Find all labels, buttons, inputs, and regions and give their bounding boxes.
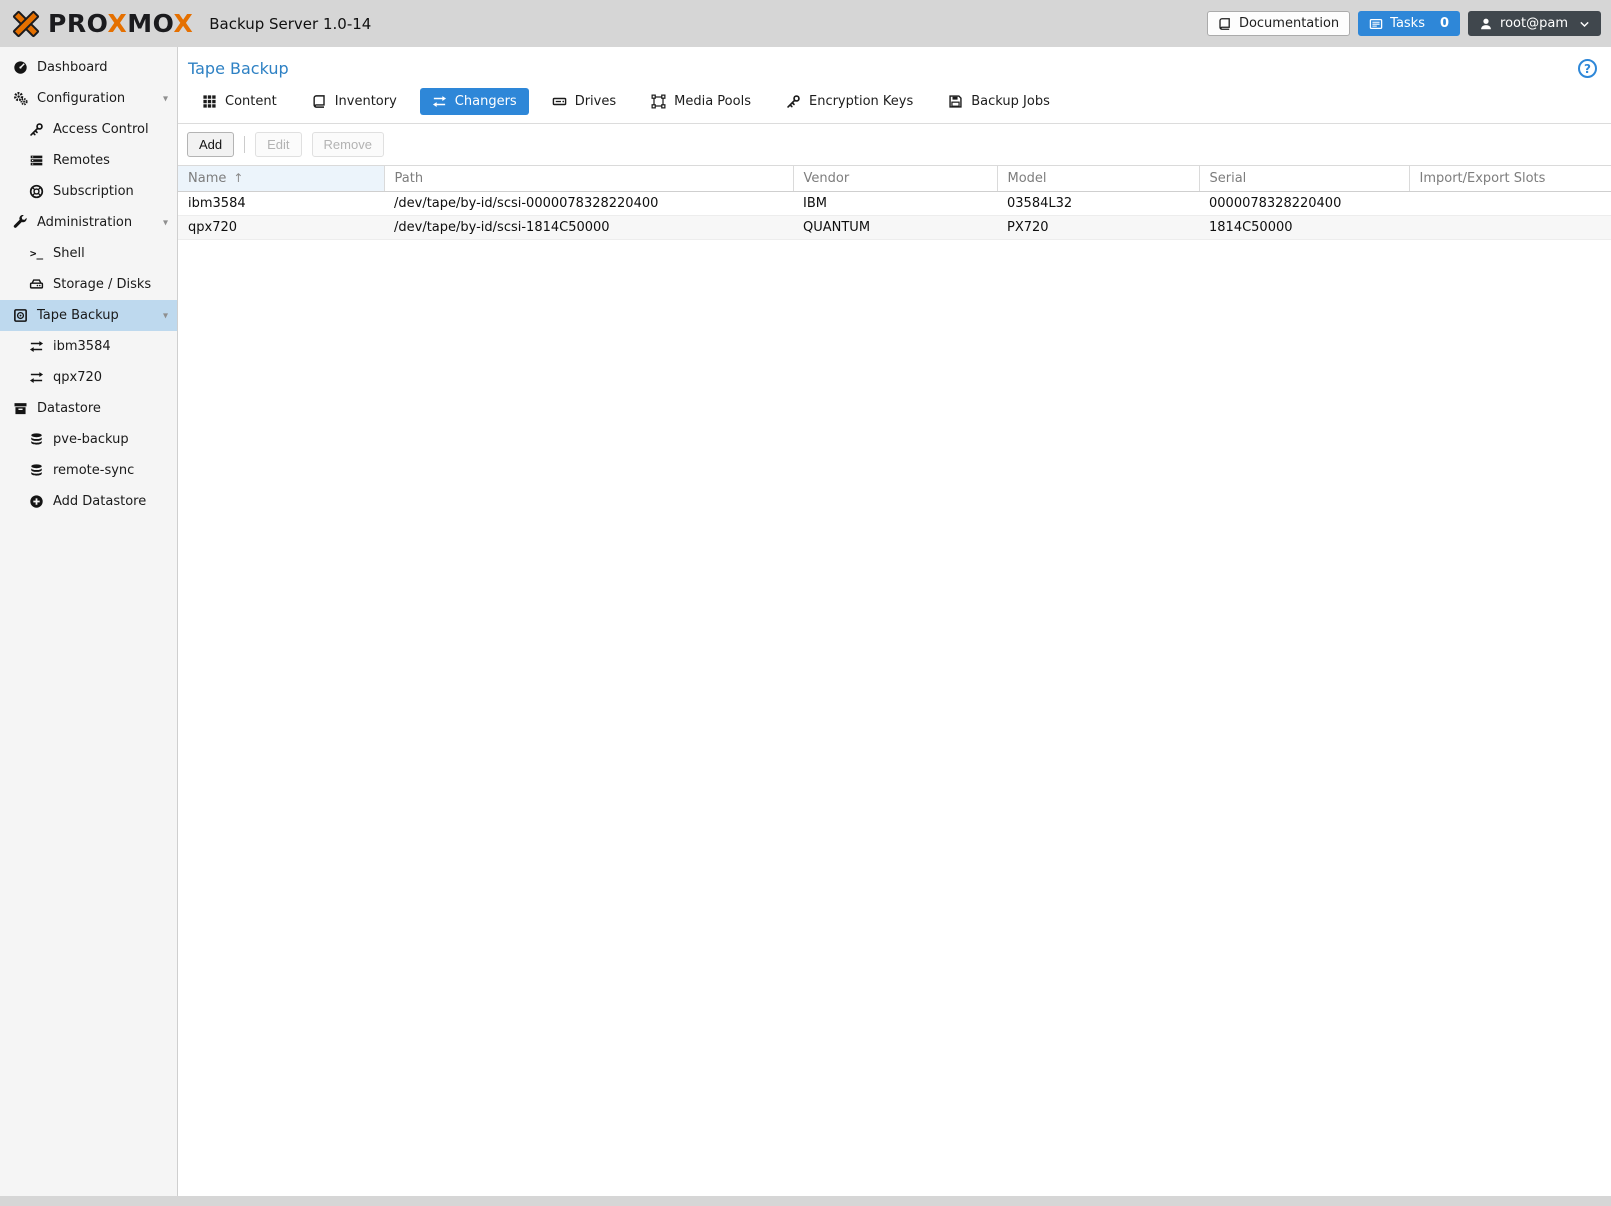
- sidebar-item-storage-disks[interactable]: Storage / Disks: [0, 269, 177, 300]
- tape-icon: [12, 308, 29, 324]
- tab-inventory[interactable]: Inventory: [300, 88, 409, 115]
- column-header-path[interactable]: Path: [384, 166, 793, 192]
- cell-vendor: IBM: [793, 192, 997, 216]
- sidebar-item-remote-sync[interactable]: remote-sync: [0, 455, 177, 486]
- column-header-name[interactable]: Name↑: [178, 166, 384, 192]
- cell-serial: 1814C50000: [1199, 216, 1409, 240]
- add-button[interactable]: Add: [187, 132, 234, 157]
- tachometer-icon: [12, 60, 29, 76]
- sidebar-item-access-control[interactable]: Access Control: [0, 114, 177, 145]
- tab-drives[interactable]: Drives: [540, 88, 628, 115]
- sidebar-item-pve-backup[interactable]: pve-backup: [0, 424, 177, 455]
- content-panel: Tape Backup ? Content Inventory Changers…: [178, 47, 1611, 1196]
- sidebar-nav: Dashboard Configuration ▾ Access Control…: [0, 47, 178, 1196]
- exchange-icon: [28, 339, 45, 355]
- grid-toolbar: Add Edit Remove: [178, 124, 1611, 165]
- cell-model: 03584L32: [997, 192, 1199, 216]
- cell-vendor: QUANTUM: [793, 216, 997, 240]
- cell-name: qpx720: [178, 216, 384, 240]
- grid-icon: [202, 94, 217, 109]
- top-bar: PROXMOX Backup Server 1.0-14 Documentati…: [0, 0, 1611, 47]
- table-header-row: Name↑ Path Vendor Model Serial Import/Ex…: [178, 166, 1611, 192]
- sidebar-item-tape-backup[interactable]: Tape Backup ▾: [0, 300, 177, 331]
- plus-circle-icon: [28, 494, 45, 510]
- sidebar-item-ibm3584[interactable]: ibm3584: [0, 331, 177, 362]
- sidebar-item-configuration[interactable]: Configuration ▾: [0, 83, 177, 114]
- tab-media-pools[interactable]: Media Pools: [639, 88, 763, 115]
- remove-button[interactable]: Remove: [312, 132, 384, 157]
- sidebar-item-datastore[interactable]: Datastore: [0, 393, 177, 424]
- collapse-arrow-icon[interactable]: ▾: [163, 217, 168, 228]
- column-header-import-export-slots[interactable]: Import/Export Slots: [1409, 166, 1611, 192]
- column-header-vendor[interactable]: Vendor: [793, 166, 997, 192]
- tab-bar: Content Inventory Changers Drives Media …: [178, 82, 1611, 124]
- toolbar-separator: [244, 136, 245, 153]
- tab-encryption-keys[interactable]: Encryption Keys: [774, 88, 925, 115]
- changers-table: Name↑ Path Vendor Model Serial Import/Ex…: [178, 165, 1611, 240]
- sort-asc-icon: ↑: [233, 171, 243, 185]
- tab-changers[interactable]: Changers: [420, 88, 529, 115]
- cell-import-export-slots: [1409, 192, 1611, 216]
- cell-name: ibm3584: [178, 192, 384, 216]
- terminal-icon: >_: [28, 246, 45, 262]
- exchange-icon: [28, 370, 45, 386]
- proxmox-logo: PROXMOX: [10, 9, 193, 39]
- cell-model: PX720: [997, 216, 1199, 240]
- task-list-icon: [1369, 17, 1383, 31]
- cell-path: /dev/tape/by-id/scsi-0000078328220400: [384, 192, 793, 216]
- tab-backup-jobs[interactable]: Backup Jobs: [936, 88, 1062, 115]
- sidebar-item-qpx720[interactable]: qpx720: [0, 362, 177, 393]
- tab-content[interactable]: Content: [190, 88, 289, 115]
- exchange-icon: [432, 94, 447, 109]
- chevron-down-icon: [1579, 19, 1590, 29]
- user-menu-button[interactable]: root@pam: [1468, 11, 1601, 36]
- key-icon: [28, 122, 45, 138]
- save-icon: [948, 94, 963, 109]
- sidebar-item-subscription[interactable]: Subscription: [0, 176, 177, 207]
- page-title: Tape Backup: [188, 59, 289, 78]
- logo-text: PROXMOX: [48, 11, 193, 36]
- cell-serial: 0000078328220400: [1199, 192, 1409, 216]
- sidebar-item-dashboard[interactable]: Dashboard: [0, 52, 177, 83]
- server-list-icon: [28, 153, 45, 169]
- edit-button[interactable]: Edit: [255, 132, 301, 157]
- collapse-arrow-icon[interactable]: ▾: [163, 93, 168, 104]
- cell-import-export-slots: [1409, 216, 1611, 240]
- question-circle-icon[interactable]: ?: [1578, 59, 1597, 78]
- wrench-icon: [12, 215, 29, 231]
- object-group-icon: [651, 94, 666, 109]
- collapse-arrow-icon[interactable]: ▾: [163, 310, 168, 321]
- product-version-label: Backup Server 1.0-14: [209, 15, 371, 33]
- book-icon: [1218, 17, 1232, 31]
- user-icon: [1479, 17, 1493, 31]
- book-icon: [312, 94, 327, 109]
- database-icon: [28, 432, 45, 448]
- archive-icon: [12, 401, 29, 417]
- hdd-icon: [28, 277, 45, 293]
- column-header-model[interactable]: Model: [997, 166, 1199, 192]
- tasks-button[interactable]: Tasks 0: [1358, 11, 1460, 36]
- table-row[interactable]: qpx720 /dev/tape/by-id/scsi-1814C50000 Q…: [178, 216, 1611, 240]
- key-icon: [786, 94, 801, 109]
- sidebar-item-add-datastore[interactable]: Add Datastore: [0, 486, 177, 517]
- documentation-button[interactable]: Documentation: [1207, 11, 1350, 36]
- life-ring-icon: [28, 184, 45, 200]
- sidebar-item-shell[interactable]: >_ Shell: [0, 238, 177, 269]
- database-icon: [28, 463, 45, 479]
- tape-drive-icon: [552, 94, 567, 109]
- gears-icon: [12, 91, 29, 107]
- cell-path: /dev/tape/by-id/scsi-1814C50000: [384, 216, 793, 240]
- sidebar-item-administration[interactable]: Administration ▾: [0, 207, 177, 238]
- column-header-serial[interactable]: Serial: [1199, 166, 1409, 192]
- proxmox-x-icon: [10, 9, 42, 39]
- sidebar-item-remotes[interactable]: Remotes: [0, 145, 177, 176]
- table-row[interactable]: ibm3584 /dev/tape/by-id/scsi-00000783282…: [178, 192, 1611, 216]
- tasks-count-badge: 0: [1440, 16, 1449, 31]
